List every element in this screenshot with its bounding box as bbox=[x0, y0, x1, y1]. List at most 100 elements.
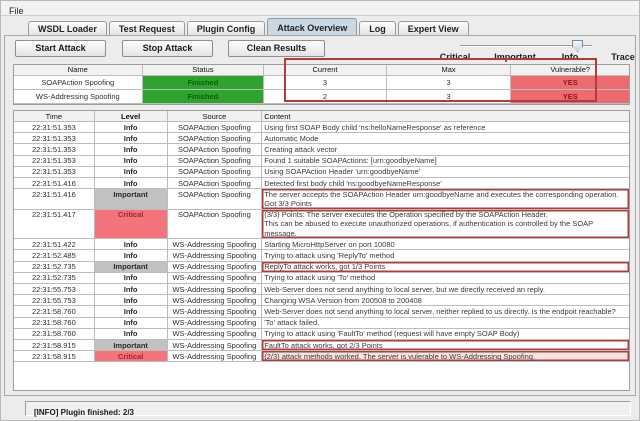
log-cell-content: Found 1 suitable SOAPActions: [urn:goodb… bbox=[262, 156, 629, 167]
log-cell-level: Info bbox=[94, 306, 168, 318]
menu-file[interactable]: File bbox=[1, 4, 30, 16]
tab-expert-view[interactable]: Expert View bbox=[397, 21, 469, 36]
log-row[interactable]: 22:31:51.417 Critical SOAPAction Spoofing(… bbox=[14, 209, 629, 240]
log-row[interactable]: 22:31:51.353 Info SOAPAction Spoofing Using… bbox=[14, 122, 629, 134]
tab-plugin-config[interactable]: Plugin Config bbox=[186, 21, 266, 36]
log-row[interactable]: 22:31:51.353 Info SOAPAction Spoofing Using… bbox=[14, 166, 629, 179]
slider-label-critical: Critical bbox=[439, 52, 471, 62]
log-cell-level: Info bbox=[94, 272, 168, 285]
log-row[interactable]: 22:31:51.416 Important SOAPAction Spoofing… bbox=[14, 189, 629, 210]
log-cell-level: Important bbox=[94, 261, 168, 273]
log-row[interactable]: 22:31:55.753 Info WS-Addressing Spoofing Ch… bbox=[14, 295, 629, 307]
log-cell-level: Critical bbox=[94, 351, 168, 363]
log-cell-time: 22:31:51.417 bbox=[14, 209, 95, 240]
log-row[interactable]: 22:31:51.353 Info SOAPAction Spoofing Creat… bbox=[14, 144, 629, 156]
log-cell-level: Info bbox=[94, 166, 168, 179]
tab-test-request[interactable]: Test Request bbox=[108, 21, 185, 36]
log-cell-level: Info bbox=[94, 178, 168, 190]
slider-label-trace: Trace bbox=[611, 52, 635, 62]
log-row[interactable]: 22:31:52.485 Info WS-Addressing Spoofing Tr… bbox=[14, 250, 629, 262]
log-cell-level: Info bbox=[94, 155, 168, 167]
log-cell-content: Trying to attack using 'ReplyTo' method bbox=[262, 250, 629, 262]
log-row[interactable]: 22:31:52.735 Info WS-Addressing Spoofing Tr… bbox=[14, 272, 629, 285]
attack-cell: YES bbox=[511, 90, 629, 104]
start-attack-button[interactable]: Start Attack bbox=[15, 40, 106, 57]
log-cell-source: SOAPAction Spoofing bbox=[167, 209, 263, 240]
attack-col-status[interactable]: Status bbox=[142, 65, 265, 76]
log-table-body: 22:31:51.353 Info SOAPAction Spoofing Using… bbox=[14, 122, 629, 363]
attack-results-table: Name Status Current Max Vulnerable? SOAPActi… bbox=[13, 64, 630, 105]
log-cell-level: Info bbox=[94, 250, 168, 262]
log-cell-source: SOAPAction Spoofing bbox=[167, 133, 263, 145]
attack-row[interactable]: SOAPAction Spoofing Finished 3 3 YES bbox=[14, 76, 629, 90]
log-cell-time: 22:31:51.416 bbox=[14, 178, 95, 190]
log-cell-level: Info bbox=[94, 317, 168, 329]
attack-table-body: SOAPAction Spoofing Finished 3 3 YES WS-Addre… bbox=[14, 76, 629, 104]
log-cell-content: The server accepts the SOAPAction Header… bbox=[262, 189, 629, 210]
log-cell-content: Web-Server does not send anything to loc… bbox=[262, 284, 629, 296]
log-cell-time: 22:31:58.915 bbox=[14, 340, 95, 352]
attack-col-current[interactable]: Current bbox=[264, 65, 387, 76]
tab-strip: WSDL Loader Test Request Plugin Config Atta… bbox=[28, 18, 471, 36]
slider-label-important: Important bbox=[494, 52, 536, 62]
log-cell-level: Critical bbox=[94, 209, 168, 240]
log-cell-source: WS-Addressing Spoofing bbox=[167, 340, 263, 352]
log-cell-content: 'To' attack failed. bbox=[262, 318, 629, 329]
attack-col-vulnerable[interactable]: Vulnerable? bbox=[511, 65, 629, 76]
attack-col-max[interactable]: Max bbox=[386, 65, 512, 76]
attack-cell: 3 bbox=[386, 76, 512, 90]
tab-attack-overview[interactable]: Attack Overview bbox=[267, 18, 358, 36]
log-cell-source: SOAPAction Spoofing bbox=[167, 189, 263, 210]
log-cell-source: WS-Addressing Spoofing bbox=[167, 272, 263, 285]
log-cell-level: Info bbox=[94, 239, 168, 251]
clean-results-button[interactable]: Clean Results bbox=[228, 40, 325, 57]
log-row[interactable]: 22:31:58.760 Info WS-Addressing Spoofing 'T… bbox=[14, 317, 629, 329]
log-cell-content: (2/3) attack methods worked. The server … bbox=[262, 351, 629, 363]
log-col-content[interactable]: Content bbox=[262, 111, 629, 122]
log-cell-source: WS-Addressing Spoofing bbox=[167, 250, 263, 262]
log-cell-time: 22:31:51.353 bbox=[14, 155, 95, 167]
log-cell-time: 22:31:55.753 bbox=[14, 295, 95, 307]
attack-col-name[interactable]: Name bbox=[14, 65, 143, 76]
log-cell-level: Info bbox=[94, 295, 168, 307]
log-cell-source: SOAPAction Spoofing bbox=[167, 178, 263, 190]
log-col-time[interactable]: Time bbox=[14, 111, 95, 122]
tab-wsdl-loader[interactable]: WSDL Loader bbox=[28, 21, 107, 36]
log-cell-time: 22:31:58.760 bbox=[14, 317, 95, 329]
log-cell-source: WS-Addressing Spoofing bbox=[167, 284, 263, 296]
log-row[interactable]: 22:31:51.353 Info SOAPAction Spoofing Found… bbox=[14, 155, 629, 167]
log-cell-time: 22:31:52.735 bbox=[14, 272, 95, 285]
log-cell-level: Info bbox=[94, 284, 168, 296]
log-cell-time: 22:31:51.353 bbox=[14, 144, 95, 156]
log-cell-content: Automatic Mode bbox=[262, 133, 629, 145]
log-row[interactable]: 22:31:52.735 Important WS-Addressing Spoof… bbox=[14, 261, 629, 273]
log-cell-content: Changing WSA Version from 200508 to 2004… bbox=[262, 295, 629, 307]
stop-attack-button[interactable]: Stop Attack bbox=[122, 40, 213, 57]
log-cell-time: 22:31:58.915 bbox=[14, 351, 95, 363]
log-cell-content: Creating attack vector bbox=[262, 144, 629, 156]
log-table-header: Time Level Source Content bbox=[14, 111, 629, 122]
log-col-source[interactable]: Source bbox=[167, 111, 263, 122]
log-cell-time: 22:31:58.760 bbox=[14, 306, 95, 318]
status-text: [INFO] Plugin finished: 2/3 bbox=[34, 408, 134, 417]
log-row[interactable]: 22:31:51.416 Info SOAPAction Spoofing Detec… bbox=[14, 178, 629, 190]
log-row[interactable]: 22:31:51.422 Info WS-Addressing Spoofing St… bbox=[14, 239, 629, 251]
attack-cell: WS-Addressing Spoofing bbox=[14, 90, 143, 104]
log-row[interactable]: 22:31:51.353 Info SOAPAction Spoofing Autom… bbox=[14, 133, 629, 145]
log-cell-source: SOAPAction Spoofing bbox=[167, 144, 263, 156]
attack-row[interactable]: WS-Addressing Spoofing Finished 2 3 YES bbox=[14, 90, 629, 104]
log-row[interactable]: 22:31:55.753 Info WS-Addressing Spoofing We… bbox=[14, 284, 629, 296]
attack-table-header: Name Status Current Max Vulnerable? bbox=[14, 65, 629, 76]
log-cell-source: WS-Addressing Spoofing bbox=[167, 328, 263, 341]
log-cell-content: (3/3) Points: The server executes the Op… bbox=[262, 210, 629, 240]
log-cell-level: Important bbox=[94, 189, 168, 210]
log-row[interactable]: 22:31:58.915 Critical WS-Addressing Spoofi… bbox=[14, 351, 629, 363]
log-col-level[interactable]: Level bbox=[94, 111, 168, 122]
log-row[interactable]: 22:31:58.915 Important WS-Addressing Spoof… bbox=[14, 340, 629, 352]
log-cell-source: SOAPAction Spoofing bbox=[167, 155, 263, 167]
attack-cell: Finished bbox=[142, 90, 265, 104]
log-row[interactable]: 22:31:58.760 Info WS-Addressing Spoofing We… bbox=[14, 306, 629, 318]
log-row[interactable]: 22:31:58.760 Info WS-Addressing Spoofing Tr… bbox=[14, 328, 629, 341]
tab-log[interactable]: Log bbox=[359, 21, 396, 36]
log-cell-content: FaultTo attack works, got 2/3 Points bbox=[262, 340, 629, 352]
